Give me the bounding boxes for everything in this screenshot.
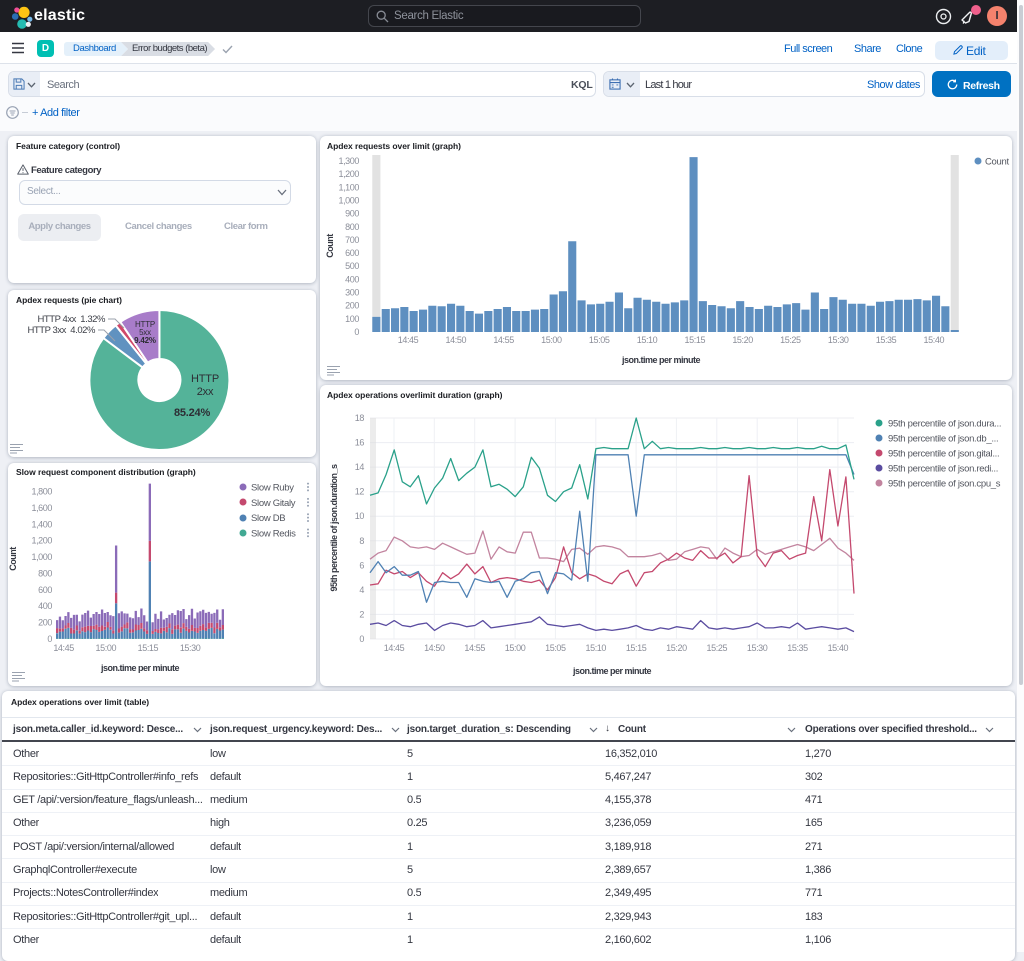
svg-text:15:15: 15:15 bbox=[685, 335, 706, 345]
svg-text:json.time per minute: json.time per minute bbox=[100, 663, 180, 673]
svg-text:15:10: 15:10 bbox=[637, 335, 658, 345]
svg-text:14:45: 14:45 bbox=[398, 335, 419, 345]
svg-text:15:30: 15:30 bbox=[828, 335, 849, 345]
svg-text:200: 200 bbox=[345, 301, 359, 311]
svg-text:1,800: 1,800 bbox=[31, 487, 52, 497]
svg-text:18: 18 bbox=[355, 413, 365, 423]
svg-text:15:15: 15:15 bbox=[626, 643, 647, 653]
svg-text:1,000: 1,000 bbox=[31, 552, 52, 562]
svg-text:1,000: 1,000 bbox=[338, 195, 359, 205]
svg-text:15:40: 15:40 bbox=[828, 643, 849, 653]
svg-text:15:35: 15:35 bbox=[876, 335, 897, 345]
svg-text:14:45: 14:45 bbox=[384, 643, 405, 653]
svg-text:1,200: 1,200 bbox=[338, 169, 359, 179]
svg-text:HTTP: HTTP bbox=[191, 373, 219, 385]
svg-text:15:05: 15:05 bbox=[589, 335, 610, 345]
svg-text:15:00: 15:00 bbox=[505, 643, 526, 653]
svg-text:15:25: 15:25 bbox=[780, 335, 801, 345]
svg-text:15:40: 15:40 bbox=[924, 335, 945, 345]
svg-text:14:45: 14:45 bbox=[53, 643, 74, 653]
svg-text:300: 300 bbox=[345, 288, 359, 298]
svg-text:2: 2 bbox=[359, 609, 364, 619]
svg-text:15:30: 15:30 bbox=[747, 643, 768, 653]
svg-text:Count: Count bbox=[985, 157, 1010, 168]
svg-text:85.24%: 85.24% bbox=[174, 407, 211, 419]
svg-text:600: 600 bbox=[345, 248, 359, 258]
svg-text:HTTP 3xx 4.02%: HTTP 3xx 4.02% bbox=[27, 325, 96, 336]
svg-text:2xx: 2xx bbox=[197, 386, 214, 398]
svg-text:200: 200 bbox=[38, 618, 52, 628]
svg-text:95th percentile of json.dura..: 95th percentile of json.dura... bbox=[888, 419, 1001, 430]
svg-text:95th percentile of json.gital.: 95th percentile of json.gital... bbox=[888, 449, 999, 460]
svg-text:0: 0 bbox=[354, 327, 359, 337]
svg-text:15:15: 15:15 bbox=[138, 643, 159, 653]
svg-text:6: 6 bbox=[359, 560, 364, 570]
svg-text:Count: Count bbox=[8, 547, 18, 571]
svg-text:900: 900 bbox=[345, 209, 359, 219]
svg-text:15:10: 15:10 bbox=[585, 643, 606, 653]
svg-text:16: 16 bbox=[355, 438, 365, 448]
svg-text:95th percentile of json.db_...: 95th percentile of json.db_... bbox=[888, 434, 998, 445]
svg-text:15:25: 15:25 bbox=[707, 643, 728, 653]
svg-text:json.time per minute: json.time per minute bbox=[621, 355, 701, 365]
svg-text:14: 14 bbox=[355, 462, 365, 472]
svg-text:95th percentile of json.cpu_s: 95th percentile of json.cpu_s bbox=[888, 479, 1001, 490]
svg-text:14:55: 14:55 bbox=[464, 643, 485, 653]
svg-text:Count: Count bbox=[325, 234, 335, 258]
svg-text:1,200: 1,200 bbox=[31, 536, 52, 546]
svg-text:json.time per minute: json.time per minute bbox=[572, 666, 652, 676]
svg-text:HTTP 4xx 1.32%: HTTP 4xx 1.32% bbox=[37, 314, 106, 325]
svg-text:14:50: 14:50 bbox=[424, 643, 445, 653]
svg-text:15:00: 15:00 bbox=[96, 643, 117, 653]
svg-text:12: 12 bbox=[355, 487, 365, 497]
svg-text:500: 500 bbox=[345, 261, 359, 271]
svg-text:100: 100 bbox=[345, 314, 359, 324]
svg-text:1,600: 1,600 bbox=[31, 503, 52, 513]
svg-text:15:35: 15:35 bbox=[787, 643, 808, 653]
svg-text:Slow Ruby: Slow Ruby bbox=[251, 483, 294, 494]
svg-text:4: 4 bbox=[359, 585, 364, 595]
svg-text:1,300: 1,300 bbox=[338, 156, 359, 166]
svg-text:Slow Redis: Slow Redis bbox=[251, 528, 296, 539]
svg-text:14:50: 14:50 bbox=[446, 335, 467, 345]
svg-text:15:20: 15:20 bbox=[666, 643, 687, 653]
svg-text:95th percentile of json.redi..: 95th percentile of json.redi... bbox=[888, 464, 998, 475]
svg-text:0: 0 bbox=[359, 634, 364, 644]
svg-text:15:30: 15:30 bbox=[180, 643, 201, 653]
svg-text:10: 10 bbox=[355, 511, 365, 521]
svg-text:800: 800 bbox=[345, 222, 359, 232]
svg-text:400: 400 bbox=[345, 274, 359, 284]
svg-text:95th percentile of json.durati: 95th percentile of json.duration_s bbox=[329, 464, 339, 592]
svg-text:1,400: 1,400 bbox=[31, 519, 52, 529]
svg-text:Slow DB: Slow DB bbox=[251, 513, 285, 524]
svg-text:1,100: 1,100 bbox=[338, 182, 359, 192]
svg-text:Slow Gitaly: Slow Gitaly bbox=[251, 498, 296, 509]
svg-text:600: 600 bbox=[38, 585, 52, 595]
svg-text:400: 400 bbox=[38, 601, 52, 611]
svg-text:0: 0 bbox=[47, 634, 52, 644]
svg-text:8: 8 bbox=[359, 536, 364, 546]
svg-text:700: 700 bbox=[345, 235, 359, 245]
svg-text:15:00: 15:00 bbox=[541, 335, 562, 345]
svg-text:15:05: 15:05 bbox=[545, 643, 566, 653]
svg-text:9.42%: 9.42% bbox=[134, 336, 156, 345]
svg-text:15:20: 15:20 bbox=[732, 335, 753, 345]
svg-text:800: 800 bbox=[38, 568, 52, 578]
svg-text:14:55: 14:55 bbox=[493, 335, 514, 345]
